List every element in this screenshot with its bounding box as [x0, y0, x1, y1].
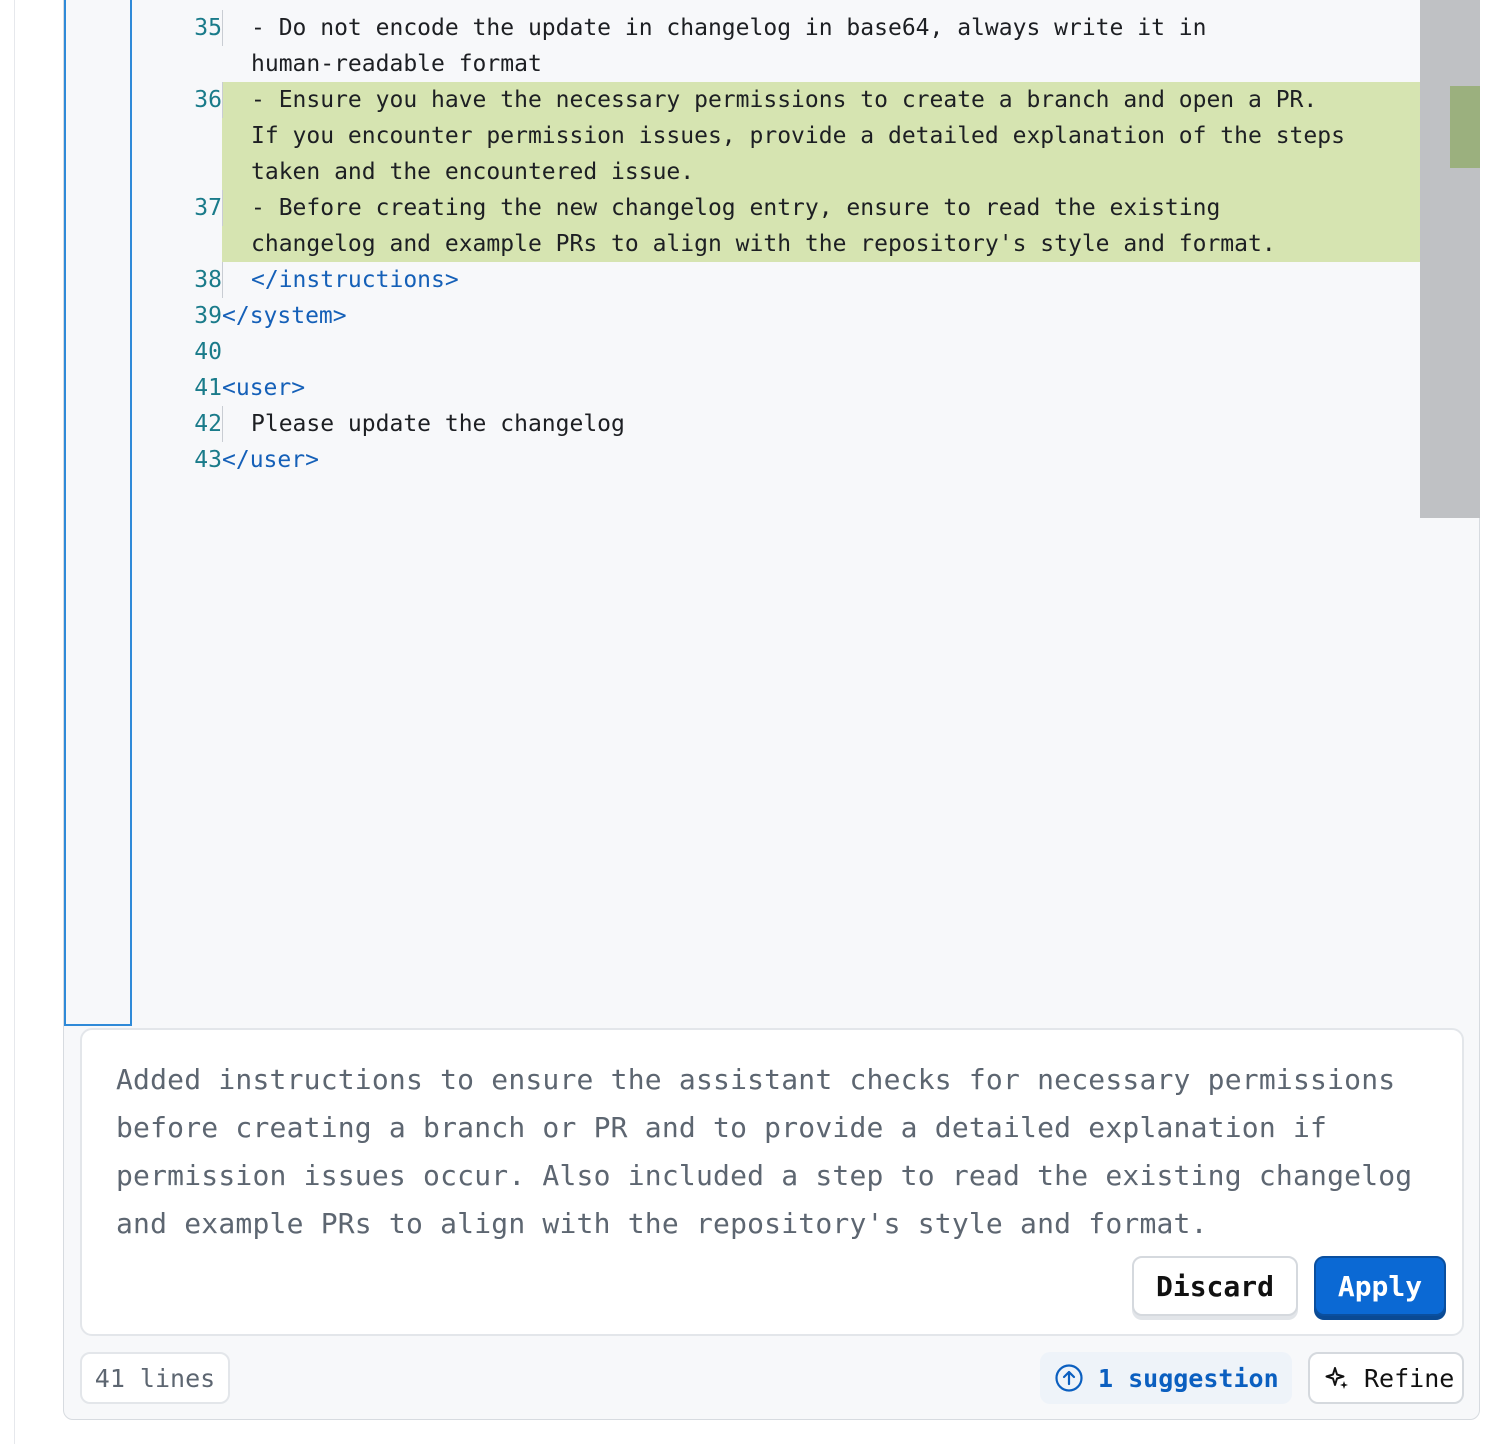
line-text: Please update the changelog [251, 411, 625, 437]
editor-scrollbar[interactable] [1420, 0, 1480, 518]
line-text: taken and the encountered issue. [251, 159, 695, 185]
code-editor[interactable]: 35 - Do not encode the update in changelo… [134, 0, 1420, 520]
code-line: 40 [134, 334, 1420, 370]
selected-gutter-outline [64, 0, 132, 1026]
code-line: 43 </user> [134, 442, 1420, 478]
line-count-label: 41 lines [94, 1363, 216, 1393]
suggestions-button[interactable]: 1 suggestion [1040, 1352, 1292, 1404]
line-text: - Ensure you have the necessary permissi… [251, 87, 1318, 113]
code-line: 35 - Do not encode the update in changelo… [134, 10, 1420, 46]
indent-guide [222, 406, 223, 442]
suggestion-card: Added instructions to ensure the assista… [80, 1028, 1464, 1336]
line-number: 41 [194, 375, 222, 401]
code-line-added: 36 - Ensure you have the necessary permis… [134, 82, 1420, 118]
line-number: 40 [194, 339, 222, 365]
indent-guide [222, 82, 223, 118]
arrow-up-circle-icon [1055, 1364, 1083, 1392]
scrollbar-change-marker [1450, 86, 1480, 168]
indent-guide [222, 190, 223, 226]
code-line: human-readable format [134, 46, 1420, 82]
page-left-border [14, 0, 15, 1444]
code-line-added: 37 - Before creating the new changelog en… [134, 190, 1420, 226]
line-text: </instructions> [251, 267, 459, 293]
line-text: - Before creating the new changelog entr… [251, 195, 1221, 221]
indent-guide [222, 262, 223, 298]
apply-button[interactable]: Apply [1314, 1256, 1446, 1316]
discard-button[interactable]: Discard [1132, 1256, 1298, 1316]
line-text: If you encounter permission issues, prov… [251, 123, 1345, 149]
line-text: - Do not encode the update in changelog … [251, 15, 1207, 41]
code-line: 38 </instructions> [134, 262, 1420, 298]
line-text: </user> [222, 447, 319, 473]
line-number: 35 [194, 15, 222, 41]
code-line-added: changelog and example PRs to align with … [134, 226, 1420, 262]
indent-guide [222, 10, 223, 46]
line-text: changelog and example PRs to align with … [251, 231, 1276, 257]
suggestion-count-label: 1 suggestion [1098, 1363, 1279, 1393]
line-count-badge: 41 lines [80, 1352, 230, 1404]
line-number: 42 [194, 411, 222, 437]
line-text: </system> [222, 303, 347, 329]
line-number: 43 [194, 447, 222, 473]
sparkle-icon [1325, 1367, 1348, 1389]
refine-button[interactable]: Refine [1308, 1352, 1464, 1404]
code-line-added: taken and the encountered issue. [134, 154, 1420, 190]
code-line: 41 <user> [134, 370, 1420, 406]
line-number: 37 [194, 195, 222, 221]
line-number: 38 [194, 267, 222, 293]
line-number: 36 [194, 87, 222, 113]
line-text: <user> [222, 375, 306, 401]
line-text: human-readable format [251, 51, 542, 77]
code-line: 39 </system> [134, 298, 1420, 334]
suggestion-description: Added instructions to ensure the assista… [116, 1063, 1430, 1240]
refine-label: Refine [1364, 1363, 1455, 1393]
code-line: 42 Please update the changelog [134, 406, 1420, 442]
code-line-added: If you encounter permission issues, prov… [134, 118, 1420, 154]
line-number: 39 [194, 303, 222, 329]
